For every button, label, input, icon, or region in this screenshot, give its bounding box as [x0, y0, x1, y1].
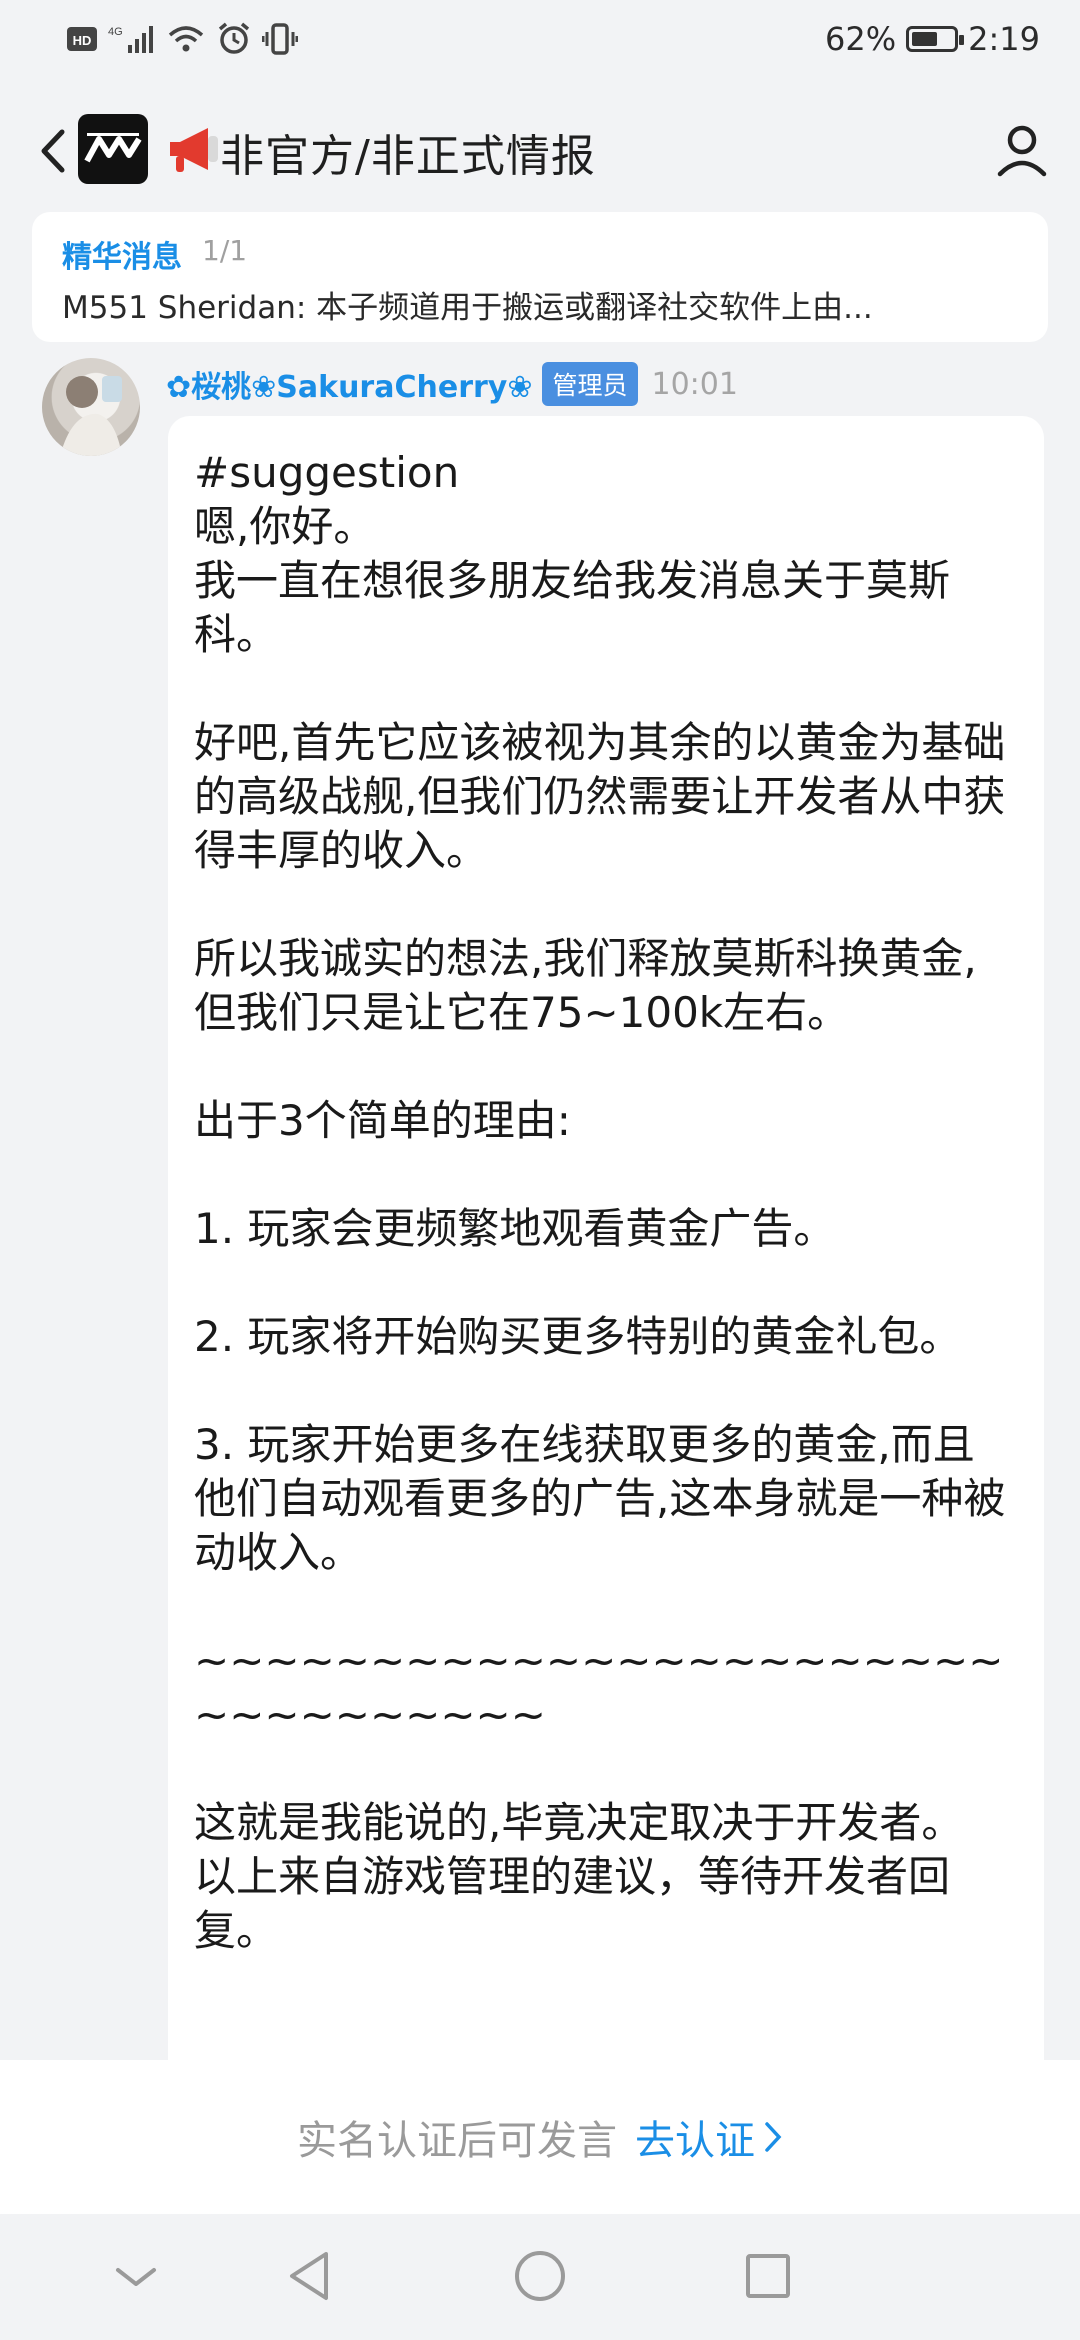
- app-logo: [78, 114, 148, 184]
- battery-fill: [912, 32, 938, 46]
- signal-icon: 4G: [108, 26, 153, 53]
- profile-icon[interactable]: [996, 122, 1048, 178]
- svg-text:HD: HD: [73, 33, 92, 48]
- pinned-count: 1/1: [202, 234, 248, 267]
- alarm-icon: [218, 22, 250, 54]
- chevron-right-icon: [765, 2122, 782, 2152]
- vibrate-icon: [262, 23, 298, 55]
- wifi-icon: [168, 26, 204, 52]
- composer-bar: 实名认证后可发言 去认证: [0, 2060, 1080, 2214]
- collapse-icon[interactable]: [104, 2244, 168, 2308]
- status-bar: HD 4G 62% 2:19: [0, 0, 1080, 92]
- pinned-preview: M551 Sheridan: 本子频道用于搬运或翻译社交软件上由...: [62, 290, 873, 326]
- back-icon[interactable]: [34, 126, 74, 176]
- channel-title: 非官方/非正式情报: [220, 131, 596, 182]
- channel-header: 非官方/非正式情报: [0, 92, 1080, 210]
- back-triangle-icon[interactable]: [278, 2244, 342, 2308]
- megaphone-icon: [170, 128, 218, 172]
- sender-name[interactable]: ✿桜桃❀SakuraCherry❀: [166, 362, 532, 406]
- message-text: #suggestion 嗯,你好。 我一直在想很多朋友给我发消息关于莫斯科。 好…: [194, 448, 1006, 1955]
- role-badge: 管理员: [542, 362, 638, 406]
- message-bubble[interactable]: #suggestion 嗯,你好。 我一直在想很多朋友给我发消息关于莫斯科。 好…: [168, 416, 1044, 2116]
- battery-icon: [906, 26, 965, 52]
- logo-mark-icon: [84, 133, 142, 163]
- avatar-figure-icon: [60, 376, 122, 456]
- pinned-label: 精华消息: [62, 240, 182, 275]
- avatar[interactable]: [42, 358, 140, 456]
- hd-icon: HD: [67, 27, 97, 51]
- message-header: ✿桜桃❀SakuraCherry❀ 管理员 10:01: [166, 362, 738, 406]
- status-indicators: HD 4G: [66, 22, 298, 56]
- verify-link-label: 去认证: [635, 2118, 755, 2164]
- battery-percent: 62%: [825, 20, 897, 58]
- status-right: 62% 2:19: [825, 20, 1040, 58]
- message-time: 10:01: [651, 366, 738, 402]
- recents-square-icon[interactable]: [736, 2244, 800, 2308]
- clock: 2:19: [968, 20, 1040, 58]
- svg-text:4G: 4G: [108, 26, 123, 38]
- system-nav-bar: [0, 2214, 1080, 2340]
- composer-hint: 实名认证后可发言: [297, 2118, 617, 2164]
- verify-link[interactable]: 去认证: [635, 2108, 783, 2166]
- home-circle-icon[interactable]: [508, 2244, 572, 2308]
- pinned-message-card[interactable]: 精华消息 1/1 M551 Sheridan: 本子频道用于搬运或翻译社交软件上…: [32, 212, 1048, 342]
